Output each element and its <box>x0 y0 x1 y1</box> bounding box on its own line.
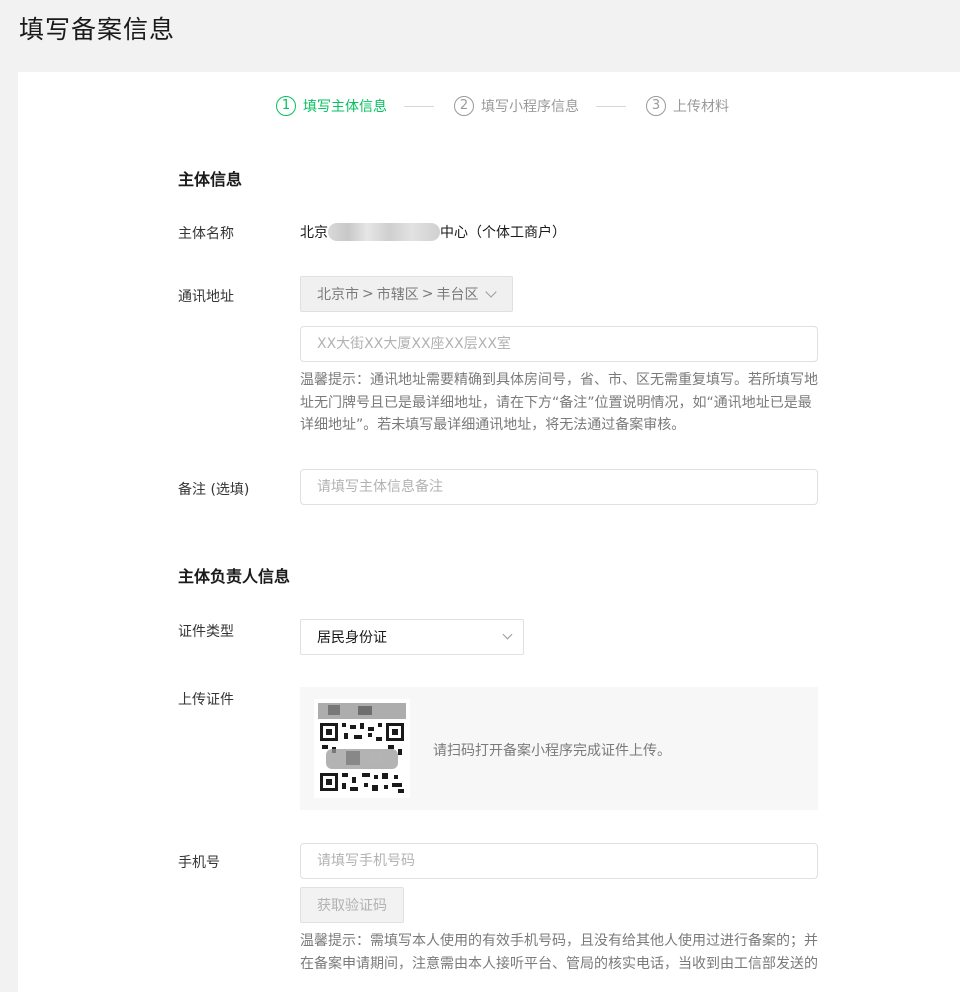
step-number: 2 <box>454 96 474 116</box>
region-province: 北京市 <box>317 287 359 303</box>
phone-hint: 温馨提示：需填写本人使用的有效手机号码，且没有给其他人使用过进行备案的；并在备案… <box>300 933 818 972</box>
step-number: 1 <box>276 96 296 116</box>
region-separator: > <box>421 286 434 302</box>
subject-name-label: 主体名称 <box>178 226 234 242</box>
form-card: 1 填写主体信息 2 填写小程序信息 3 上传材料 主体信息 主体名称 北京 中… <box>18 72 960 992</box>
step-divider <box>596 105 626 107</box>
upload-label: 上传证件 <box>178 692 234 708</box>
address-hint: 温馨提示：通讯地址需要精确到具体房间号，省、市、区无需重复填写。若所填写地址无门… <box>300 372 818 433</box>
region-city: 市辖区 <box>376 287 419 303</box>
step-number: 3 <box>646 96 666 116</box>
step-1: 1 填写主体信息 <box>276 96 387 116</box>
page-title: 填写备案信息 <box>19 15 176 44</box>
qr-code <box>314 699 410 798</box>
step-label: 上传材料 <box>673 99 729 115</box>
address-input[interactable] <box>300 326 818 362</box>
chevron-down-icon <box>485 286 497 298</box>
upload-tip: 请扫码打开备案小程序完成证件上传。 <box>433 743 671 759</box>
id-type-select[interactable]: 居民身份证 <box>300 619 524 655</box>
upload-panel: 请扫码打开备案小程序完成证件上传。 <box>300 687 818 810</box>
phone-label: 手机号 <box>178 855 220 871</box>
qr-code-icon <box>318 703 406 794</box>
step-label: 填写小程序信息 <box>481 99 579 115</box>
subject-name-suffix: 中心（个体工商户） <box>440 225 566 241</box>
stepper: 1 填写主体信息 2 填写小程序信息 3 上传材料 <box>276 95 729 117</box>
redacted-blur <box>328 223 440 241</box>
subject-section-title: 主体信息 <box>178 170 243 189</box>
remark-label: 备注 (选填) <box>178 482 250 498</box>
step-label: 填写主体信息 <box>303 99 387 115</box>
id-type-label: 证件类型 <box>178 624 234 640</box>
phone-input[interactable] <box>300 843 818 879</box>
id-type-value: 居民身份证 <box>317 630 387 646</box>
region-separator: > <box>362 286 374 302</box>
address-label: 通讯地址 <box>178 289 234 305</box>
principal-section-title: 主体负责人信息 <box>178 567 291 586</box>
chevron-down-icon <box>502 629 513 640</box>
subject-name-value: 北京 中心（个体工商户） <box>300 222 566 242</box>
get-code-button[interactable]: 获取验证码 <box>300 887 404 923</box>
remark-input[interactable] <box>300 469 818 505</box>
step-2: 2 填写小程序信息 <box>454 96 579 116</box>
step-divider <box>404 105 434 107</box>
region-select[interactable]: 北京市 > 市辖区 > 丰台区 <box>300 276 513 312</box>
subject-name-prefix: 北京 <box>300 225 328 241</box>
step-3: 3 上传材料 <box>646 96 729 116</box>
region-district: 丰台区 <box>436 287 479 303</box>
